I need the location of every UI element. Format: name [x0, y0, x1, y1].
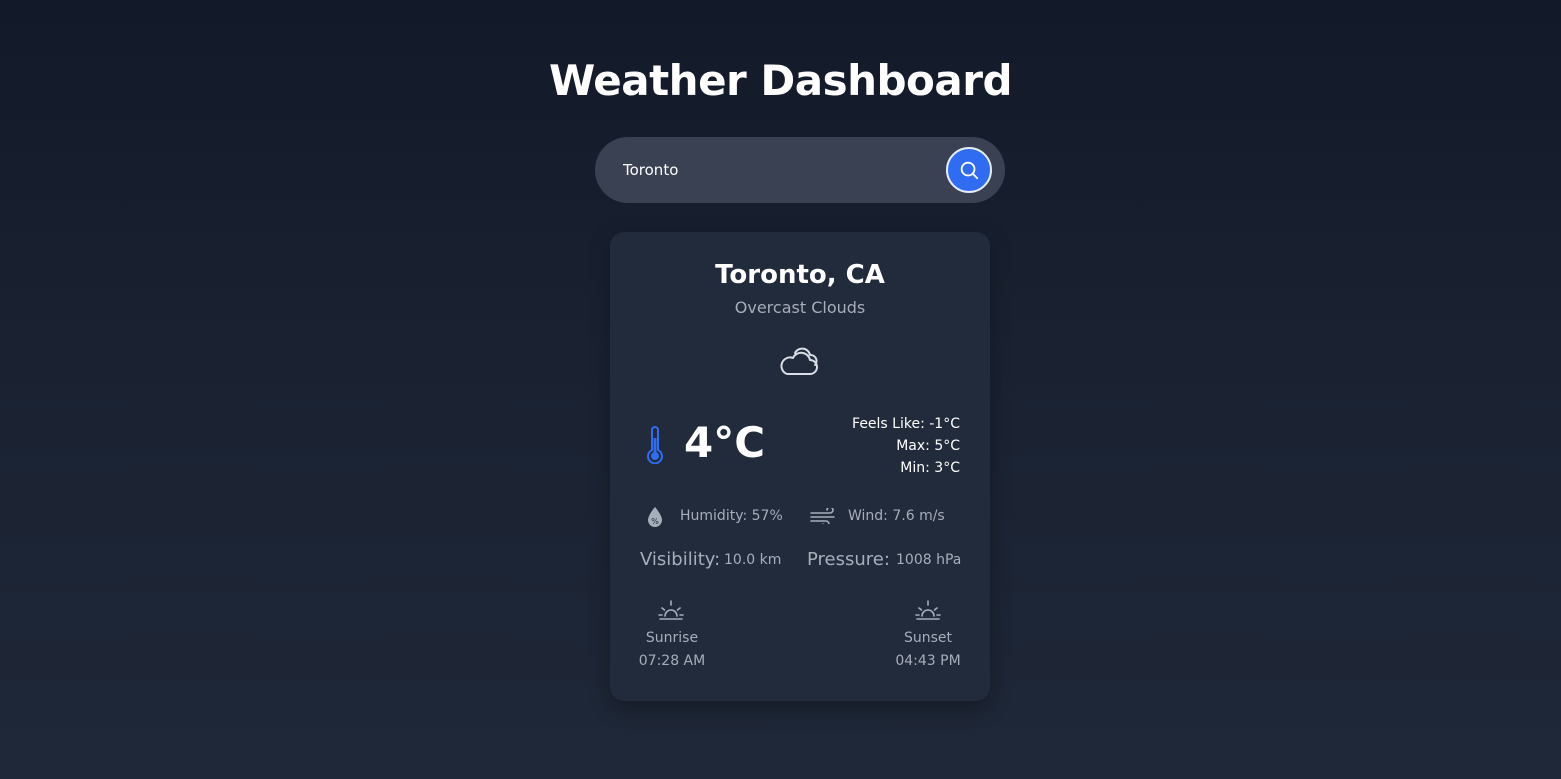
pressure-value: 1008 hPa: [896, 552, 962, 568]
search-input[interactable]: [623, 155, 923, 185]
sunset-label: Sunset: [903, 630, 953, 646]
sunrise-label: Sunrise: [645, 630, 699, 646]
max-temp-value: Max: 5°C: [896, 438, 960, 454]
cloud-icon: [780, 347, 818, 375]
svg-text:%: %: [651, 517, 659, 526]
sunset-icon: [915, 600, 941, 620]
search-icon: [960, 161, 979, 180]
page-title: Weather Dashboard: [548, 56, 1013, 105]
pressure-label: Pressure:: [807, 549, 890, 570]
temperature-details: Feels Like: -1°C Max: 5°C Min: 3°C: [780, 413, 960, 479]
sunrise-icon: [658, 600, 684, 620]
wind-icon: [810, 508, 835, 524]
weather-condition: Overcast Clouds: [734, 298, 866, 317]
temperature-value: 4°C: [684, 418, 766, 467]
min-temp-value: Min: 3°C: [900, 460, 960, 476]
city-name: Toronto, CA: [715, 260, 885, 290]
visibility-value: 10.0 km: [724, 552, 782, 568]
visibility-label: Visibility:: [640, 549, 721, 570]
search-bar: [595, 137, 1005, 203]
sunset-time: 04:43 PM: [895, 653, 961, 669]
sunrise-time: 07:28 AM: [638, 653, 706, 669]
humidity-drop-icon: %: [648, 507, 662, 527]
thermometer-icon: [647, 426, 663, 464]
feels-like-value: Feels Like: -1°C: [852, 416, 960, 432]
wind-value: Wind: 7.6 m/s: [848, 508, 945, 524]
humidity-value: Humidity: 57%: [680, 508, 783, 524]
search-button[interactable]: [946, 147, 992, 193]
